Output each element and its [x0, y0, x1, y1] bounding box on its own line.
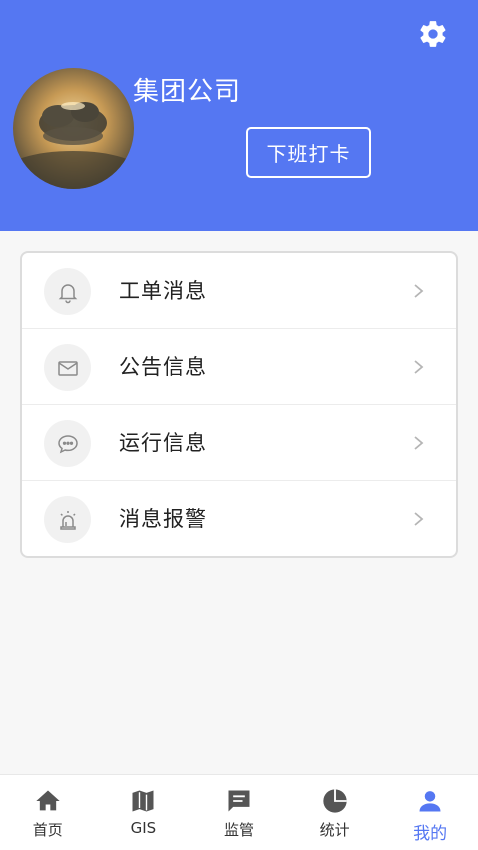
map-icon — [132, 790, 154, 812]
chat-bubble-icon — [57, 434, 78, 453]
avatar[interactable] — [13, 68, 134, 189]
tab-label: 我的 — [413, 824, 448, 844]
tab-mine[interactable]: 我的 — [382, 775, 478, 850]
chevron-right-icon — [414, 284, 424, 298]
menu-item-label: 运行信息 — [119, 431, 207, 455]
icon-circle — [44, 420, 91, 467]
menu-item-alarms[interactable]: 消息报警 — [22, 481, 456, 556]
profile-header: 集团公司 下班打卡 — [0, 0, 478, 231]
menu-item-operations[interactable]: 运行信息 — [22, 405, 456, 481]
home-icon — [36, 790, 60, 811]
chevron-right-icon — [414, 436, 424, 450]
pie-chart-icon — [322, 789, 347, 813]
envelope-icon — [57, 360, 78, 376]
tab-gis[interactable]: GIS — [96, 775, 192, 850]
menu-item-announcements[interactable]: 公告信息 — [22, 329, 456, 405]
icon-circle — [44, 268, 91, 315]
icon-circle — [44, 496, 91, 543]
message-icon — [228, 790, 250, 812]
tab-label: GIS — [130, 819, 157, 837]
menu-item-label: 公告信息 — [119, 355, 207, 379]
tab-label: 监管 — [223, 821, 254, 839]
tab-home[interactable]: 首页 — [0, 775, 96, 850]
bell-icon — [58, 283, 77, 303]
menu-item-label: 工单消息 — [119, 279, 207, 303]
user-icon — [419, 791, 441, 812]
bottom-tab-bar: 首页 GIS 监管 统计 我的 — [0, 774, 478, 850]
chevron-right-icon — [414, 360, 424, 374]
tab-label: 统计 — [319, 821, 350, 839]
gear-icon[interactable] — [417, 18, 449, 50]
tab-statistics[interactable]: 统计 — [287, 775, 383, 850]
tab-supervision[interactable]: 监管 — [191, 775, 287, 850]
message-menu: 工单消息 公告信息 运行信息 消息报警 — [20, 251, 458, 558]
clock-out-button[interactable]: 下班打卡 — [246, 127, 371, 178]
company-name: 集团公司 — [133, 77, 242, 107]
alarm-siren-icon — [59, 510, 76, 530]
menu-item-label: 消息报警 — [119, 507, 207, 531]
menu-item-work-orders[interactable]: 工单消息 — [22, 253, 456, 329]
icon-circle — [44, 344, 91, 391]
chevron-right-icon — [414, 512, 424, 526]
tab-label: 首页 — [32, 821, 63, 839]
